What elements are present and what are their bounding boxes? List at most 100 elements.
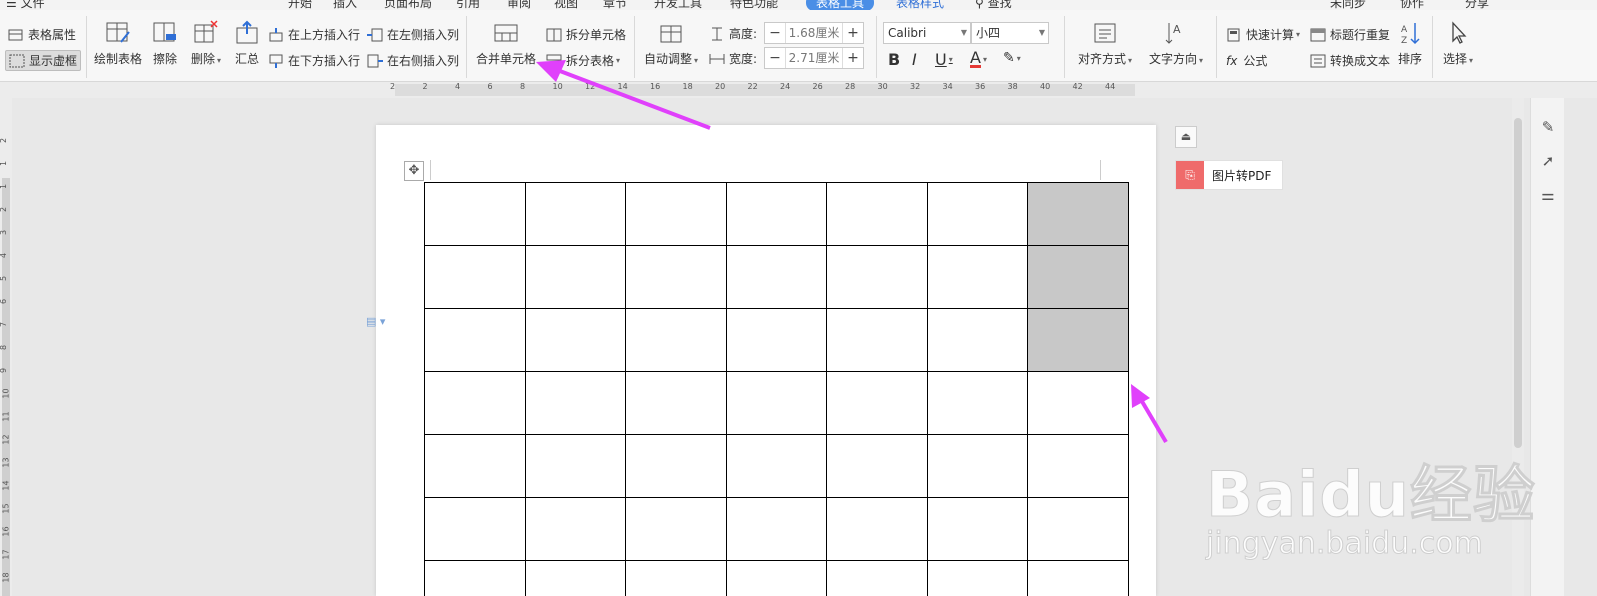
table-cell[interactable] — [625, 308, 727, 372]
tab-insert[interactable]: 插入 — [333, 0, 357, 10]
edit-icon[interactable]: ✎ — [1539, 118, 1557, 136]
height-spinner[interactable]: − 1.68厘米 + — [764, 22, 864, 44]
table-cell[interactable] — [524, 245, 626, 309]
table-cell[interactable] — [524, 560, 626, 596]
sort-button[interactable]: AZ 排序 — [1392, 14, 1428, 78]
table-cell[interactable] — [1027, 560, 1129, 596]
repeat-header-button[interactable]: 标题行重复 — [1310, 26, 1390, 43]
table-cell[interactable] — [926, 308, 1028, 372]
collapse-panel-button[interactable]: ⏏ — [1175, 126, 1197, 148]
table-cell[interactable] — [524, 497, 626, 561]
insert-row-above-button[interactable]: 在上方插入行 — [268, 26, 360, 43]
table-cell[interactable] — [625, 560, 727, 596]
table-cell[interactable] — [424, 182, 526, 246]
table-cell[interactable] — [725, 560, 827, 596]
table-cell[interactable] — [926, 371, 1028, 435]
tab-reference[interactable]: 引用 — [456, 0, 480, 10]
tab-view[interactable]: 视图 — [554, 0, 578, 10]
summary-button[interactable]: 汇总 — [228, 14, 266, 78]
tab-layout[interactable]: 页面布局 — [384, 0, 432, 10]
align-button[interactable]: 对齐方式 ▾ — [1074, 14, 1136, 78]
underline-button[interactable]: U ▾ — [935, 50, 953, 69]
pointer-icon[interactable]: ➚ — [1539, 152, 1557, 170]
width-spinner[interactable]: − 2.71厘米 + — [764, 47, 864, 69]
tab-section[interactable]: 章节 — [603, 0, 627, 10]
tab-developer[interactable]: 开发工具 — [654, 0, 702, 10]
convert-text-button[interactable]: 转换成文本 — [1310, 52, 1390, 69]
tab-home[interactable]: 开始 — [288, 0, 312, 10]
table-cell[interactable] — [625, 371, 727, 435]
table-cell[interactable] — [826, 560, 928, 596]
font-name-select[interactable]: Calibri ▼ — [883, 22, 971, 44]
table-cell[interactable] — [725, 497, 827, 561]
insert-row-below-button[interactable]: 在下方插入行 — [268, 52, 360, 69]
search-box[interactable]: ⚲ 查找 — [975, 0, 1012, 10]
select-button[interactable]: 选择 ▾ — [1438, 14, 1478, 78]
table-cell[interactable] — [1027, 308, 1129, 372]
tab-table-tools[interactable]: 表格工具 — [806, 0, 875, 10]
table-cell[interactable] — [625, 497, 727, 561]
font-color-button[interactable]: A ▾ — [970, 50, 987, 68]
table-cell[interactable] — [625, 245, 727, 309]
tab-table-style[interactable]: 表格样式 — [896, 0, 944, 10]
table-cell[interactable] — [424, 308, 526, 372]
table-cell[interactable] — [1027, 182, 1129, 246]
tab-features[interactable]: 特色功能 — [730, 0, 778, 10]
table-cell[interactable] — [926, 497, 1028, 561]
bold-button[interactable]: B — [888, 50, 900, 69]
font-size-select[interactable]: 小四 ▼ — [971, 22, 1049, 44]
table-cell[interactable] — [725, 308, 827, 372]
height-increase-button[interactable]: + — [843, 23, 863, 43]
table-cell[interactable] — [1027, 371, 1129, 435]
split-table-button[interactable]: 拆分表格 ▾ — [546, 52, 620, 69]
table-cell[interactable] — [926, 182, 1028, 246]
sync-status[interactable]: 未同步 — [1330, 0, 1366, 10]
formula-button[interactable]: fx 公式 — [1226, 52, 1267, 69]
vertical-ruler[interactable]: 21123456789101112131415161718 — [0, 98, 12, 596]
file-menu[interactable]: ☰ 文件 — [6, 0, 45, 10]
table-cell[interactable] — [424, 434, 526, 498]
draw-table-button[interactable]: 绘制表格 — [92, 14, 144, 78]
width-decrease-button[interactable]: − — [765, 48, 785, 68]
height-decrease-button[interactable]: − — [765, 23, 785, 43]
collab-button[interactable]: 协作 — [1400, 0, 1424, 10]
table-cell[interactable] — [1027, 245, 1129, 309]
table-cell[interactable] — [826, 245, 928, 309]
italic-button[interactable]: I — [912, 50, 917, 69]
auto-fit-button[interactable]: 自动调整 ▾ — [641, 14, 701, 78]
table-cell[interactable] — [524, 434, 626, 498]
erase-button[interactable]: 擦除 — [146, 14, 184, 78]
table-cell[interactable] — [424, 560, 526, 596]
table-cell[interactable] — [1027, 434, 1129, 498]
table-cell[interactable] — [524, 371, 626, 435]
table-cell[interactable] — [424, 245, 526, 309]
table-cell[interactable] — [725, 434, 827, 498]
insert-col-right-button[interactable]: 在右侧插入列 — [367, 52, 459, 69]
table-cell[interactable] — [926, 245, 1028, 309]
width-increase-button[interactable]: + — [843, 48, 863, 68]
table-cell[interactable] — [826, 371, 928, 435]
table-cell[interactable] — [1027, 497, 1129, 561]
image-to-pdf-button[interactable]: ⎘ 图片转PDF — [1175, 160, 1283, 190]
document-table[interactable] — [424, 182, 1129, 596]
table-move-handle[interactable]: ✥ — [404, 161, 424, 181]
table-cell[interactable] — [725, 182, 827, 246]
height-value[interactable]: 1.68厘米 — [785, 23, 843, 43]
table-cell[interactable] — [725, 245, 827, 309]
delete-button[interactable]: 删除 ▾ — [186, 14, 226, 78]
table-cell[interactable] — [725, 371, 827, 435]
settings-sliders-icon[interactable]: ⚌ — [1539, 186, 1557, 204]
table-cell[interactable] — [826, 308, 928, 372]
tab-review[interactable]: 审阅 — [507, 0, 531, 10]
show-gridlines-toggle[interactable]: 显示虚框 — [5, 50, 82, 71]
table-cell[interactable] — [625, 182, 727, 246]
insert-col-left-button[interactable]: 在左侧插入列 — [367, 26, 459, 43]
table-cell[interactable] — [424, 497, 526, 561]
text-direction-button[interactable]: A 文字方向 ▾ — [1144, 14, 1208, 78]
split-cells-button[interactable]: 拆分单元格 — [546, 26, 626, 43]
merge-cells-button[interactable]: 合并单元格 — [474, 14, 538, 78]
table-cell[interactable] — [926, 434, 1028, 498]
table-cell[interactable] — [625, 434, 727, 498]
quick-calc-button[interactable]: 快速计算 ▾ — [1226, 26, 1300, 43]
table-cell[interactable] — [424, 371, 526, 435]
